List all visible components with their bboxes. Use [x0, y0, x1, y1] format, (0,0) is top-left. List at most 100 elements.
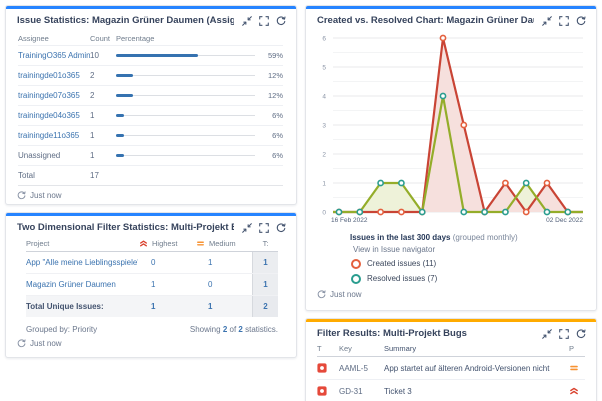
bar-track	[116, 75, 255, 76]
assignee-link[interactable]: trainingde07o365	[18, 91, 90, 100]
y-tick-label: 6	[322, 36, 326, 43]
minimize-icon[interactable]	[542, 329, 552, 339]
stats-row: trainingde04o36516%	[18, 105, 283, 125]
view-in-issue-navigator-link[interactable]: View in Issue navigator	[353, 245, 586, 254]
x-axis-last-label: 02 Dec 2022	[546, 217, 583, 224]
refresh-icon[interactable]	[276, 16, 286, 26]
minimize-icon[interactable]	[242, 16, 252, 26]
legend-label-created[interactable]: Created issues (11)	[367, 259, 436, 268]
issue-summary-link[interactable]: Ticket 3	[384, 387, 569, 396]
refresh-icon[interactable]	[576, 16, 586, 26]
refresh-small-icon[interactable]	[317, 290, 326, 299]
stats-row: Unassigned16%	[18, 145, 283, 165]
stats-row: trainingde07o365212%	[18, 85, 283, 105]
showing-count-link[interactable]: 2	[223, 325, 227, 334]
bar-fill	[116, 94, 133, 97]
refresh-small-icon[interactable]	[17, 339, 26, 348]
resolved-point	[565, 209, 570, 214]
legend-label-resolved[interactable]: Resolved issues (7)	[367, 274, 437, 283]
bar-fill	[116, 154, 124, 157]
percent-label: 6%	[261, 131, 283, 140]
col-highest-label[interactable]: Highest	[152, 239, 177, 248]
col-key: Key	[339, 344, 384, 353]
bar-fill	[116, 134, 124, 137]
total-count: 17	[90, 171, 116, 180]
resolved-point	[336, 209, 341, 214]
created-point	[399, 209, 404, 214]
bar-track	[116, 115, 255, 116]
refresh-icon[interactable]	[576, 329, 586, 339]
resolved-series-marker-icon	[351, 274, 361, 284]
issue-summary-link[interactable]: App startet auf älteren Android-Versione…	[384, 364, 569, 373]
two-dimensional-table: Project Highest Medium T: App "Alle mein…	[26, 239, 278, 317]
gadget-header: Created vs. Resolved Chart: Magazin Grün…	[306, 9, 596, 30]
maximize-icon[interactable]	[259, 16, 269, 26]
highest-count-link[interactable]: 0	[138, 258, 195, 267]
gadget-controls	[542, 329, 586, 339]
assignee-link[interactable]: TrainingO365 Admin	[18, 51, 90, 60]
highest-priority-icon	[139, 239, 148, 248]
highest-count-link[interactable]: 1	[138, 280, 195, 289]
grand-total-link[interactable]: 2	[252, 296, 278, 317]
issue-key-link[interactable]: GD-31	[339, 387, 384, 396]
percent-label: 6%	[261, 111, 283, 120]
percentage-bar	[116, 153, 255, 158]
stats-total-row: Total17	[18, 165, 283, 186]
medium-count-link[interactable]: 1	[195, 258, 252, 267]
line-chart-svg: 012345616 Feb 202202 Dec 2022	[313, 30, 589, 226]
y-tick-label: 2	[322, 152, 326, 159]
assignee-label: Unassigned	[18, 151, 90, 160]
percent-label: 6%	[261, 151, 283, 160]
assignee-link[interactable]: trainingde04o365	[18, 111, 90, 120]
resolved-point	[399, 180, 404, 185]
resolved-point	[524, 180, 529, 185]
total-medium-link[interactable]: 1	[195, 302, 252, 311]
maximize-icon[interactable]	[259, 223, 269, 233]
y-tick-label: 0	[322, 210, 326, 217]
legend-title-row: Issues in the last 300 days (grouped mon…	[350, 233, 586, 242]
medium-count-link[interactable]: 0	[195, 280, 252, 289]
project-link[interactable]: Magazin Grüner Daumen	[26, 280, 138, 289]
total-highest-link[interactable]: 1	[138, 302, 195, 311]
percent-label: 12%	[261, 71, 283, 80]
chart-legend: Issues in the last 300 days (grouped mon…	[350, 233, 586, 285]
maximize-icon[interactable]	[559, 16, 569, 26]
maximize-icon[interactable]	[559, 329, 569, 339]
issue-key-link[interactable]: AAML-5	[339, 364, 384, 373]
bar-fill	[116, 114, 124, 117]
y-tick-label: 3	[322, 123, 326, 130]
col-type: T	[317, 344, 339, 353]
showing-total-link[interactable]: 2	[238, 325, 242, 334]
resolved-point	[357, 209, 362, 214]
total-unique-issues-label: Total Unique Issues:	[26, 302, 138, 311]
stats-row: trainingde11o36516%	[18, 125, 283, 145]
refresh-icon[interactable]	[276, 223, 286, 233]
minimize-icon[interactable]	[542, 16, 552, 26]
minimize-icon[interactable]	[242, 223, 252, 233]
project-link[interactable]: App "Alle meine Lieblingsspiele"	[26, 258, 138, 267]
row-total-link[interactable]: 1	[252, 274, 278, 295]
gadget-title: Created vs. Resolved Chart: Magazin Grün…	[317, 15, 534, 26]
table-header-row: Project Highest Medium T:	[26, 239, 278, 252]
refresh-small-icon[interactable]	[17, 191, 26, 200]
col-project: Project	[26, 239, 139, 248]
col-medium-label[interactable]: Medium	[209, 239, 236, 248]
assignee-link[interactable]: trainingde11o365	[18, 131, 90, 140]
gadget-header: Issue Statistics: Magazin Grüner Daumen …	[6, 9, 296, 30]
gadget-footer: Just now	[306, 285, 596, 304]
gadget-two-dimensional-stats: Two Dimensional Filter Statistics: Multi…	[5, 212, 297, 358]
gadget-controls	[242, 223, 286, 233]
gadget-title: Issue Statistics: Magazin Grüner Daumen …	[17, 15, 234, 26]
count-value: 10	[90, 51, 116, 60]
jira-dashboard: Issue Statistics: Magazin Grüner Daumen …	[0, 0, 602, 401]
col-count: Count	[90, 34, 116, 43]
issue-stats-table: Assignee Count Percentage TrainingO365 A…	[6, 30, 296, 186]
gadget-title: Filter Results: Multi-Projekt Bugs	[317, 328, 467, 339]
gadget-issue-statistics: Issue Statistics: Magazin Grüner Daumen …	[5, 5, 297, 205]
col-summary: Summary	[384, 344, 569, 353]
gadget-controls	[242, 16, 286, 26]
stats-row: trainingde01o365212%	[18, 65, 283, 85]
assignee-link[interactable]: trainingde01o365	[18, 71, 90, 80]
percentage-bar	[116, 113, 255, 118]
row-total-link[interactable]: 1	[252, 252, 278, 273]
